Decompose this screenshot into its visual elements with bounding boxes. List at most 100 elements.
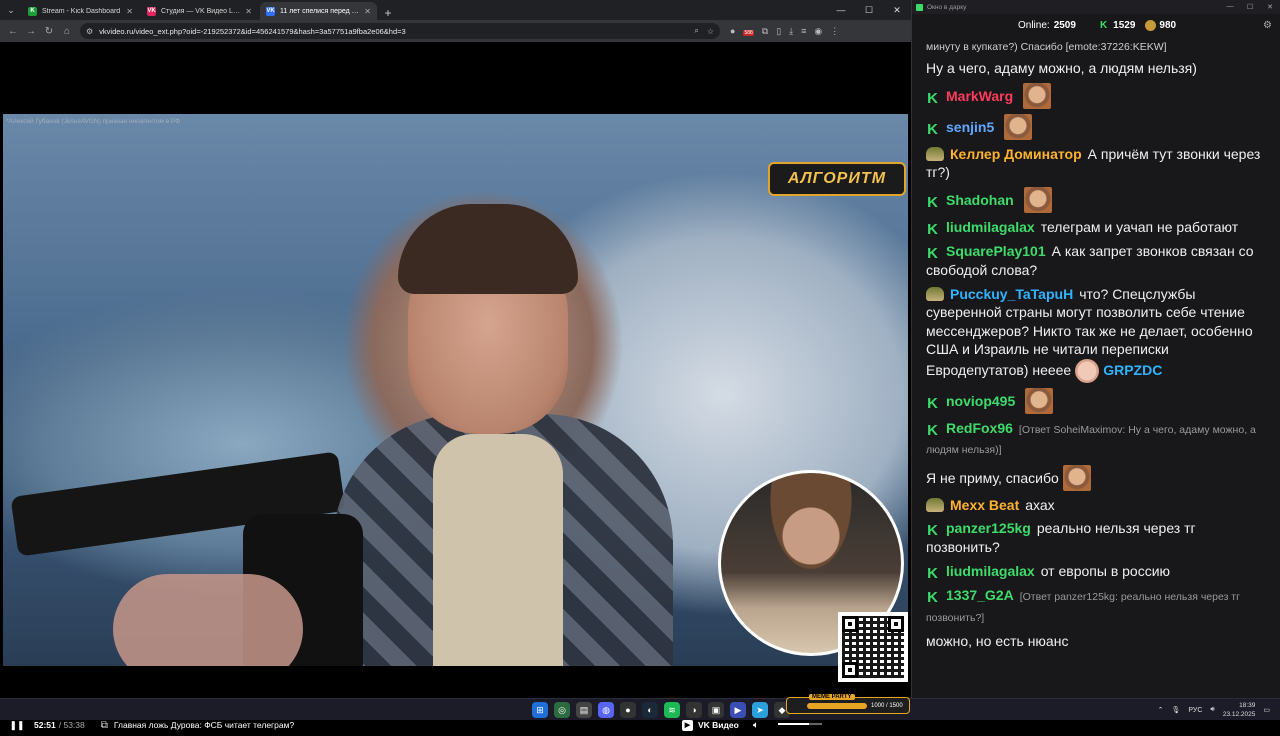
online-count: 2509 bbox=[1053, 19, 1076, 31]
meme-party-widget: MEME PARTY 1000 / 1500 bbox=[786, 694, 910, 714]
streamer-tee bbox=[433, 434, 563, 666]
chat-message: K RedFox96 [Ответ SoheiMaximov: Ну а чего,… bbox=[926, 419, 1270, 460]
steam-icon[interactable]: ◐ bbox=[642, 702, 658, 718]
chapters-icon[interactable]: ⧉ bbox=[101, 720, 108, 731]
meme-party-bar bbox=[807, 702, 867, 709]
sidebar-icon[interactable]: ▯ bbox=[776, 26, 781, 37]
user-badge-icon bbox=[926, 497, 944, 512]
chat-message: Knoviop495 bbox=[926, 387, 1270, 414]
chat-app-icon bbox=[916, 3, 923, 11]
volume-icon[interactable]: 🔈︎ bbox=[753, 720, 759, 731]
new-tab-button[interactable]: + bbox=[379, 6, 397, 20]
qr-finder bbox=[888, 616, 904, 632]
chat-message: K MarkWarg bbox=[926, 82, 1270, 109]
taskbar: ⊞ ◎ ▤ ◍ ● ◐ ≋ ◑ ▣ ▶ ➤ ◆ ⌃ 🎙︎ РУС 🔊︎ 18:3… bbox=[0, 698, 1280, 720]
tab-title: 11 лет спелися перед Украин... bbox=[280, 7, 360, 15]
chat-emote bbox=[1075, 358, 1100, 383]
chat-emote bbox=[1062, 464, 1091, 491]
coin-icon bbox=[1145, 19, 1157, 31]
chat-username[interactable]: noviop495 bbox=[946, 393, 1015, 409]
chat-minimize-button[interactable]: — bbox=[1220, 3, 1240, 11]
system-tray: ⌃ 🎙︎ РУС 🔊︎ 18:39 23.12.2025 ▭ bbox=[1158, 701, 1270, 719]
extension-badge-icon[interactable]: 588 bbox=[743, 26, 754, 36]
site-info-icon[interactable]: ⚙ bbox=[86, 27, 93, 36]
mic-icon[interactable]: 🎙︎ bbox=[1171, 706, 1180, 714]
chat-username[interactable]: liudmilagalax bbox=[946, 563, 1035, 579]
chrome-icon[interactable]: ◎ bbox=[554, 702, 570, 718]
kick-badge-icon: K bbox=[927, 522, 938, 539]
download-icon[interactable]: ⤓ bbox=[789, 26, 793, 37]
start-button-icon[interactable]: ⊞ bbox=[532, 702, 548, 718]
vk-video-brand[interactable]: ▶ VK Видео bbox=[682, 719, 739, 731]
browser-tab[interactable]: VK Студия — VK Видео Live ✕ bbox=[141, 2, 258, 20]
url-text: vkvideo.ru/video_ext.php?oid=-219252372&… bbox=[99, 26, 406, 36]
chat-message-text: Ну а чего, адаму можно, а людям нельзя) bbox=[926, 60, 1197, 76]
spotify-icon[interactable]: ≋ bbox=[664, 702, 680, 718]
tray-language[interactable]: РУС bbox=[1188, 707, 1202, 714]
tab-search-button[interactable]: ⌄ bbox=[0, 0, 22, 20]
chat-username[interactable]: SquarePlay101 bbox=[946, 243, 1046, 259]
forward-button[interactable]: → bbox=[22, 26, 40, 37]
extensions-area: ● 588 ⧉ ▯ ⤓ ≡ ◉ ⋮ bbox=[730, 26, 839, 37]
media-player-icon[interactable]: ▶ bbox=[730, 702, 746, 718]
close-window-button[interactable]: ✕ bbox=[883, 0, 911, 20]
tabs-container: K Stream - Kick Dashboard ✕ VK Студия — VK В… bbox=[22, 0, 379, 20]
chat-username[interactable]: panzer125kg bbox=[946, 520, 1031, 536]
menu-kebab-icon[interactable]: ⋮ bbox=[830, 26, 839, 37]
chat-username[interactable]: senjin5 bbox=[946, 119, 994, 135]
chat-username[interactable]: Келлер Доминатор bbox=[950, 146, 1082, 162]
telegram-icon[interactable]: ➤ bbox=[752, 702, 768, 718]
home-button[interactable]: ⌂ bbox=[58, 26, 76, 37]
chat-username[interactable]: RedFox96 bbox=[946, 420, 1013, 436]
extensions-puzzle-icon[interactable]: ⧉ bbox=[762, 26, 768, 37]
zoom-icon[interactable]: ⌕ bbox=[694, 26, 698, 36]
chat-username[interactable]: Mexx Beat bbox=[950, 497, 1019, 513]
clock[interactable]: 18:39 23.12.2025 bbox=[1223, 701, 1256, 719]
folder-icon[interactable]: ▤ bbox=[576, 702, 592, 718]
media-control-icon[interactable]: ≡ bbox=[801, 26, 806, 36]
chat-username[interactable]: liudmilagalax bbox=[946, 219, 1035, 235]
obs-icon[interactable]: ● bbox=[620, 702, 636, 718]
chat-username[interactable]: Shadohan bbox=[946, 192, 1014, 208]
user-badge-icon bbox=[926, 146, 944, 161]
kick-badge-icon: K bbox=[927, 589, 938, 606]
discord-icon[interactable]: ◍ bbox=[598, 702, 614, 718]
chat-username[interactable]: Pucckuy_TaTapuH bbox=[950, 286, 1073, 302]
chat-message: Kliudmilagalax от европы в россию bbox=[926, 562, 1270, 582]
tab-close-icon[interactable]: ✕ bbox=[245, 7, 252, 16]
browser-tab[interactable]: VK 11 лет спелися перед Украин... ✕ bbox=[260, 2, 377, 20]
clock-time: 18:39 bbox=[1239, 702, 1256, 709]
chat-message: K Shadohan bbox=[926, 186, 1270, 213]
chat-log[interactable]: минуту в купкате?) Спасибо [emote:37226:… bbox=[912, 36, 1280, 698]
chat-username[interactable]: 1337_G2A bbox=[946, 587, 1014, 603]
browser-tab[interactable]: K Stream - Kick Dashboard ✕ bbox=[22, 2, 139, 20]
speaker-icon[interactable]: 🔊︎ bbox=[1210, 706, 1214, 714]
chat-emote bbox=[1025, 387, 1054, 414]
tray-up-arrow-icon[interactable]: ⌃ bbox=[1158, 706, 1164, 714]
chapter-title[interactable]: Главная ложь Дурова: ФСБ читает телеграм… bbox=[114, 720, 294, 730]
back-button[interactable]: ← bbox=[4, 26, 22, 37]
kick-badge-icon: K bbox=[927, 394, 938, 412]
tab-close-icon[interactable]: ✕ bbox=[126, 7, 133, 16]
chat-username[interactable]: MarkWarg bbox=[946, 88, 1013, 104]
chat-close-button[interactable]: ✕ bbox=[1260, 3, 1280, 11]
notifications-icon[interactable]: ▭ bbox=[1263, 706, 1270, 714]
pause-icon[interactable]: ❚❚ bbox=[0, 720, 34, 731]
app-icon[interactable]: ▣ bbox=[708, 702, 724, 718]
maximize-button[interactable]: ☐ bbox=[855, 0, 883, 20]
profile-icon[interactable]: ◉ bbox=[814, 26, 822, 37]
app-icon[interactable]: ◑ bbox=[686, 702, 702, 718]
online-label: Online: bbox=[1018, 19, 1050, 31]
reload-button[interactable]: ↻ bbox=[40, 26, 58, 37]
chat-maximize-button[interactable]: ☐ bbox=[1240, 3, 1260, 11]
bookmark-star-icon[interactable]: ☆ bbox=[707, 27, 714, 36]
extension-dot-icon[interactable]: ● bbox=[730, 26, 735, 36]
minimize-button[interactable]: — bbox=[827, 0, 855, 20]
volume-slider[interactable] bbox=[778, 723, 822, 725]
chat-message: Я не приму, спасибо bbox=[926, 464, 1270, 491]
address-bar[interactable]: ⚙ vkvideo.ru/video_ext.php?oid=-21925237… bbox=[80, 23, 720, 39]
streamer-hair bbox=[398, 204, 578, 294]
tab-close-icon[interactable]: ✕ bbox=[364, 7, 371, 16]
coins-count: 980 bbox=[1159, 19, 1177, 31]
settings-gear-icon[interactable]: ⚙ bbox=[1263, 20, 1272, 31]
